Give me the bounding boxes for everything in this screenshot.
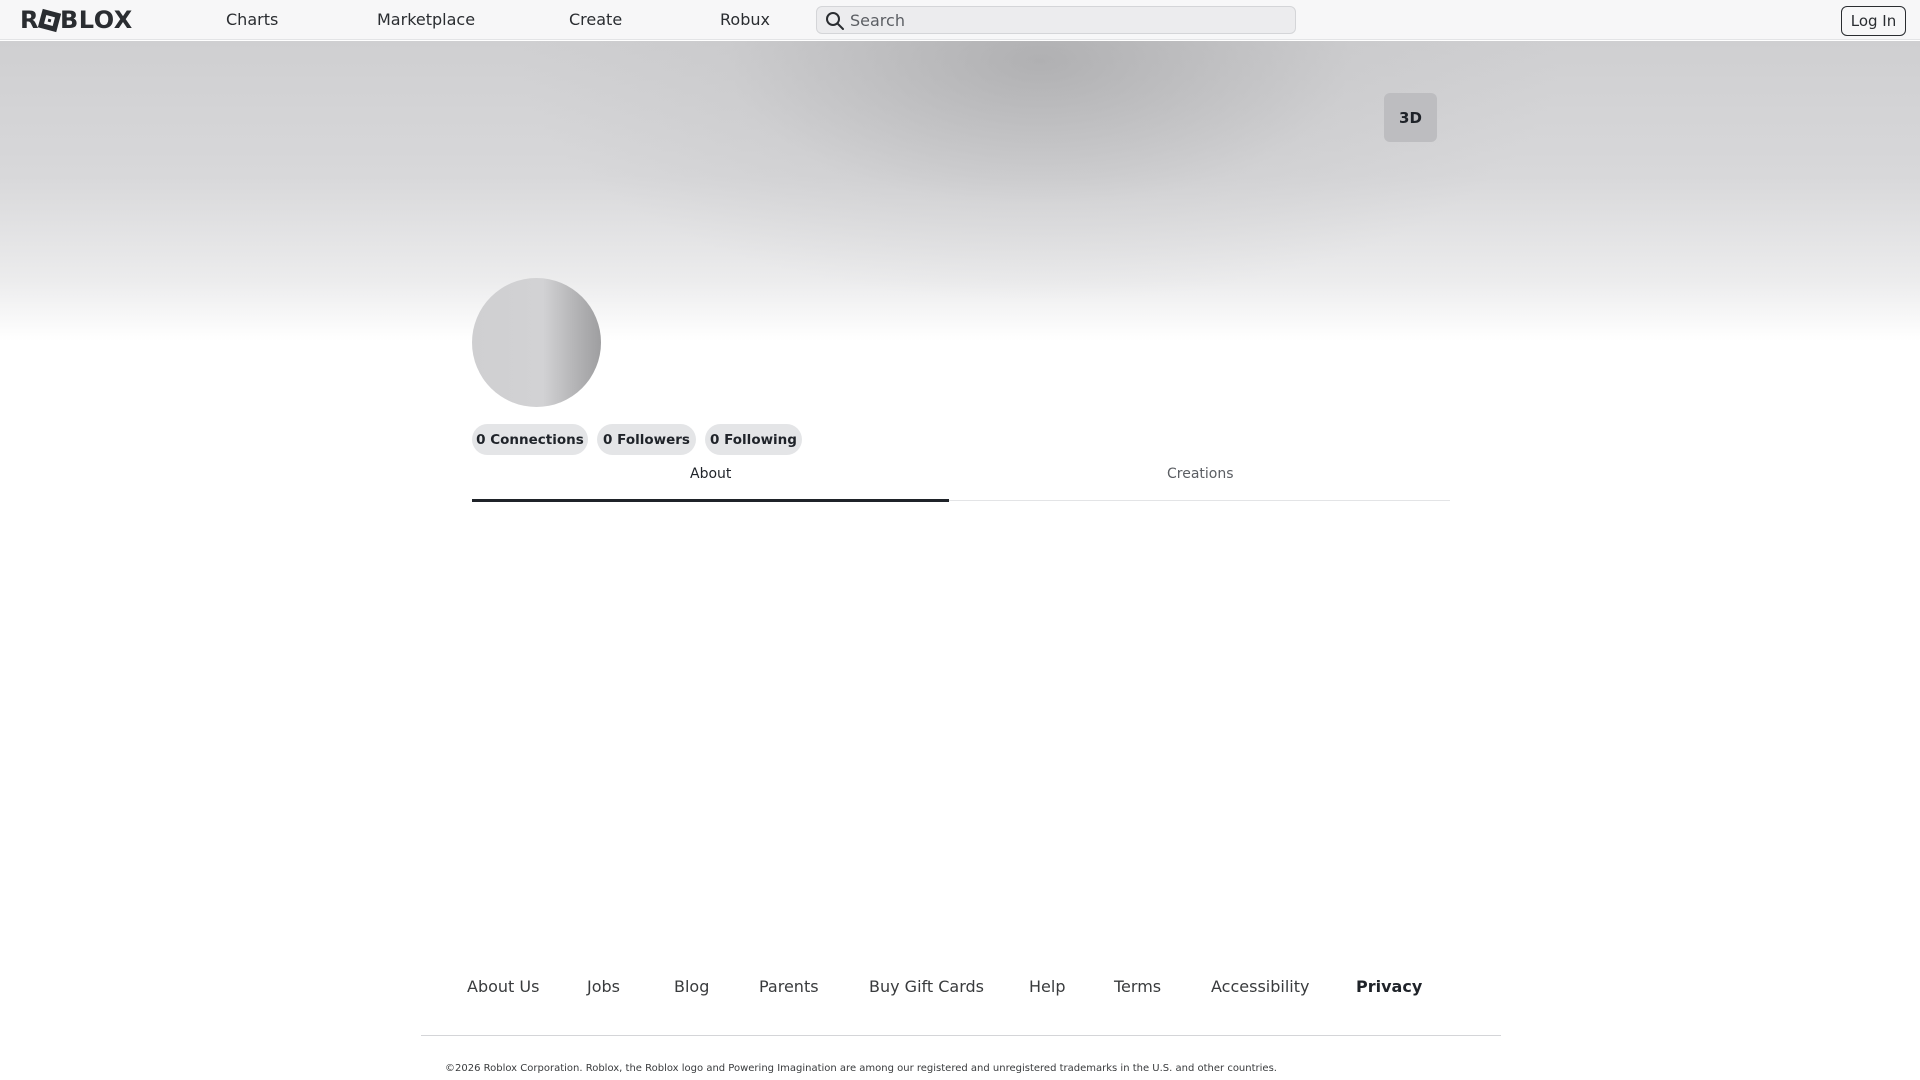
footer-link-terms[interactable]: Terms — [1114, 977, 1161, 996]
footer-link-blog[interactable]: Blog — [674, 977, 709, 996]
top-navigation-bar: RBLOX Charts Marketplace Create Robux Lo… — [0, 0, 1920, 40]
tab-creations[interactable]: Creations — [1167, 466, 1234, 482]
login-button[interactable]: Log In — [1841, 6, 1906, 36]
profile-banner: 3D — [0, 41, 1920, 341]
copyright-text: ©2026 Roblox Corporation. Roblox, the Ro… — [445, 1063, 1277, 1074]
roblox-logo[interactable]: R BLOX — [20, 6, 133, 34]
search-input[interactable] — [850, 9, 1280, 31]
footer-link-parents[interactable]: Parents — [759, 977, 819, 996]
footer-link-jobs[interactable]: Jobs — [587, 977, 620, 996]
nav-link-marketplace[interactable]: Marketplace — [377, 10, 475, 29]
nav-link-charts[interactable]: Charts — [226, 10, 278, 29]
footer-divider — [421, 1035, 1501, 1036]
search-box[interactable] — [816, 6, 1296, 34]
view-3d-button[interactable]: 3D — [1384, 93, 1437, 142]
footer-link-about-us[interactable]: About Us — [467, 977, 539, 996]
tab-about[interactable]: About — [690, 466, 731, 482]
footer-link-accessibility[interactable]: Accessibility — [1211, 977, 1309, 996]
footer-link-help[interactable]: Help — [1029, 977, 1065, 996]
footer-link-privacy[interactable]: Privacy — [1356, 977, 1422, 996]
following-count-button[interactable]: 0 Following — [705, 424, 802, 455]
search-icon — [826, 12, 844, 30]
followers-count-button[interactable]: 0 Followers — [597, 424, 696, 455]
footer-link-buy-gift-cards[interactable]: Buy Gift Cards — [869, 977, 984, 996]
avatar — [472, 278, 601, 407]
nav-link-create[interactable]: Create — [569, 10, 622, 29]
nav-link-robux[interactable]: Robux — [720, 10, 770, 29]
connections-count-button[interactable]: 0 Connections — [472, 424, 588, 455]
active-tab-indicator — [472, 499, 949, 502]
